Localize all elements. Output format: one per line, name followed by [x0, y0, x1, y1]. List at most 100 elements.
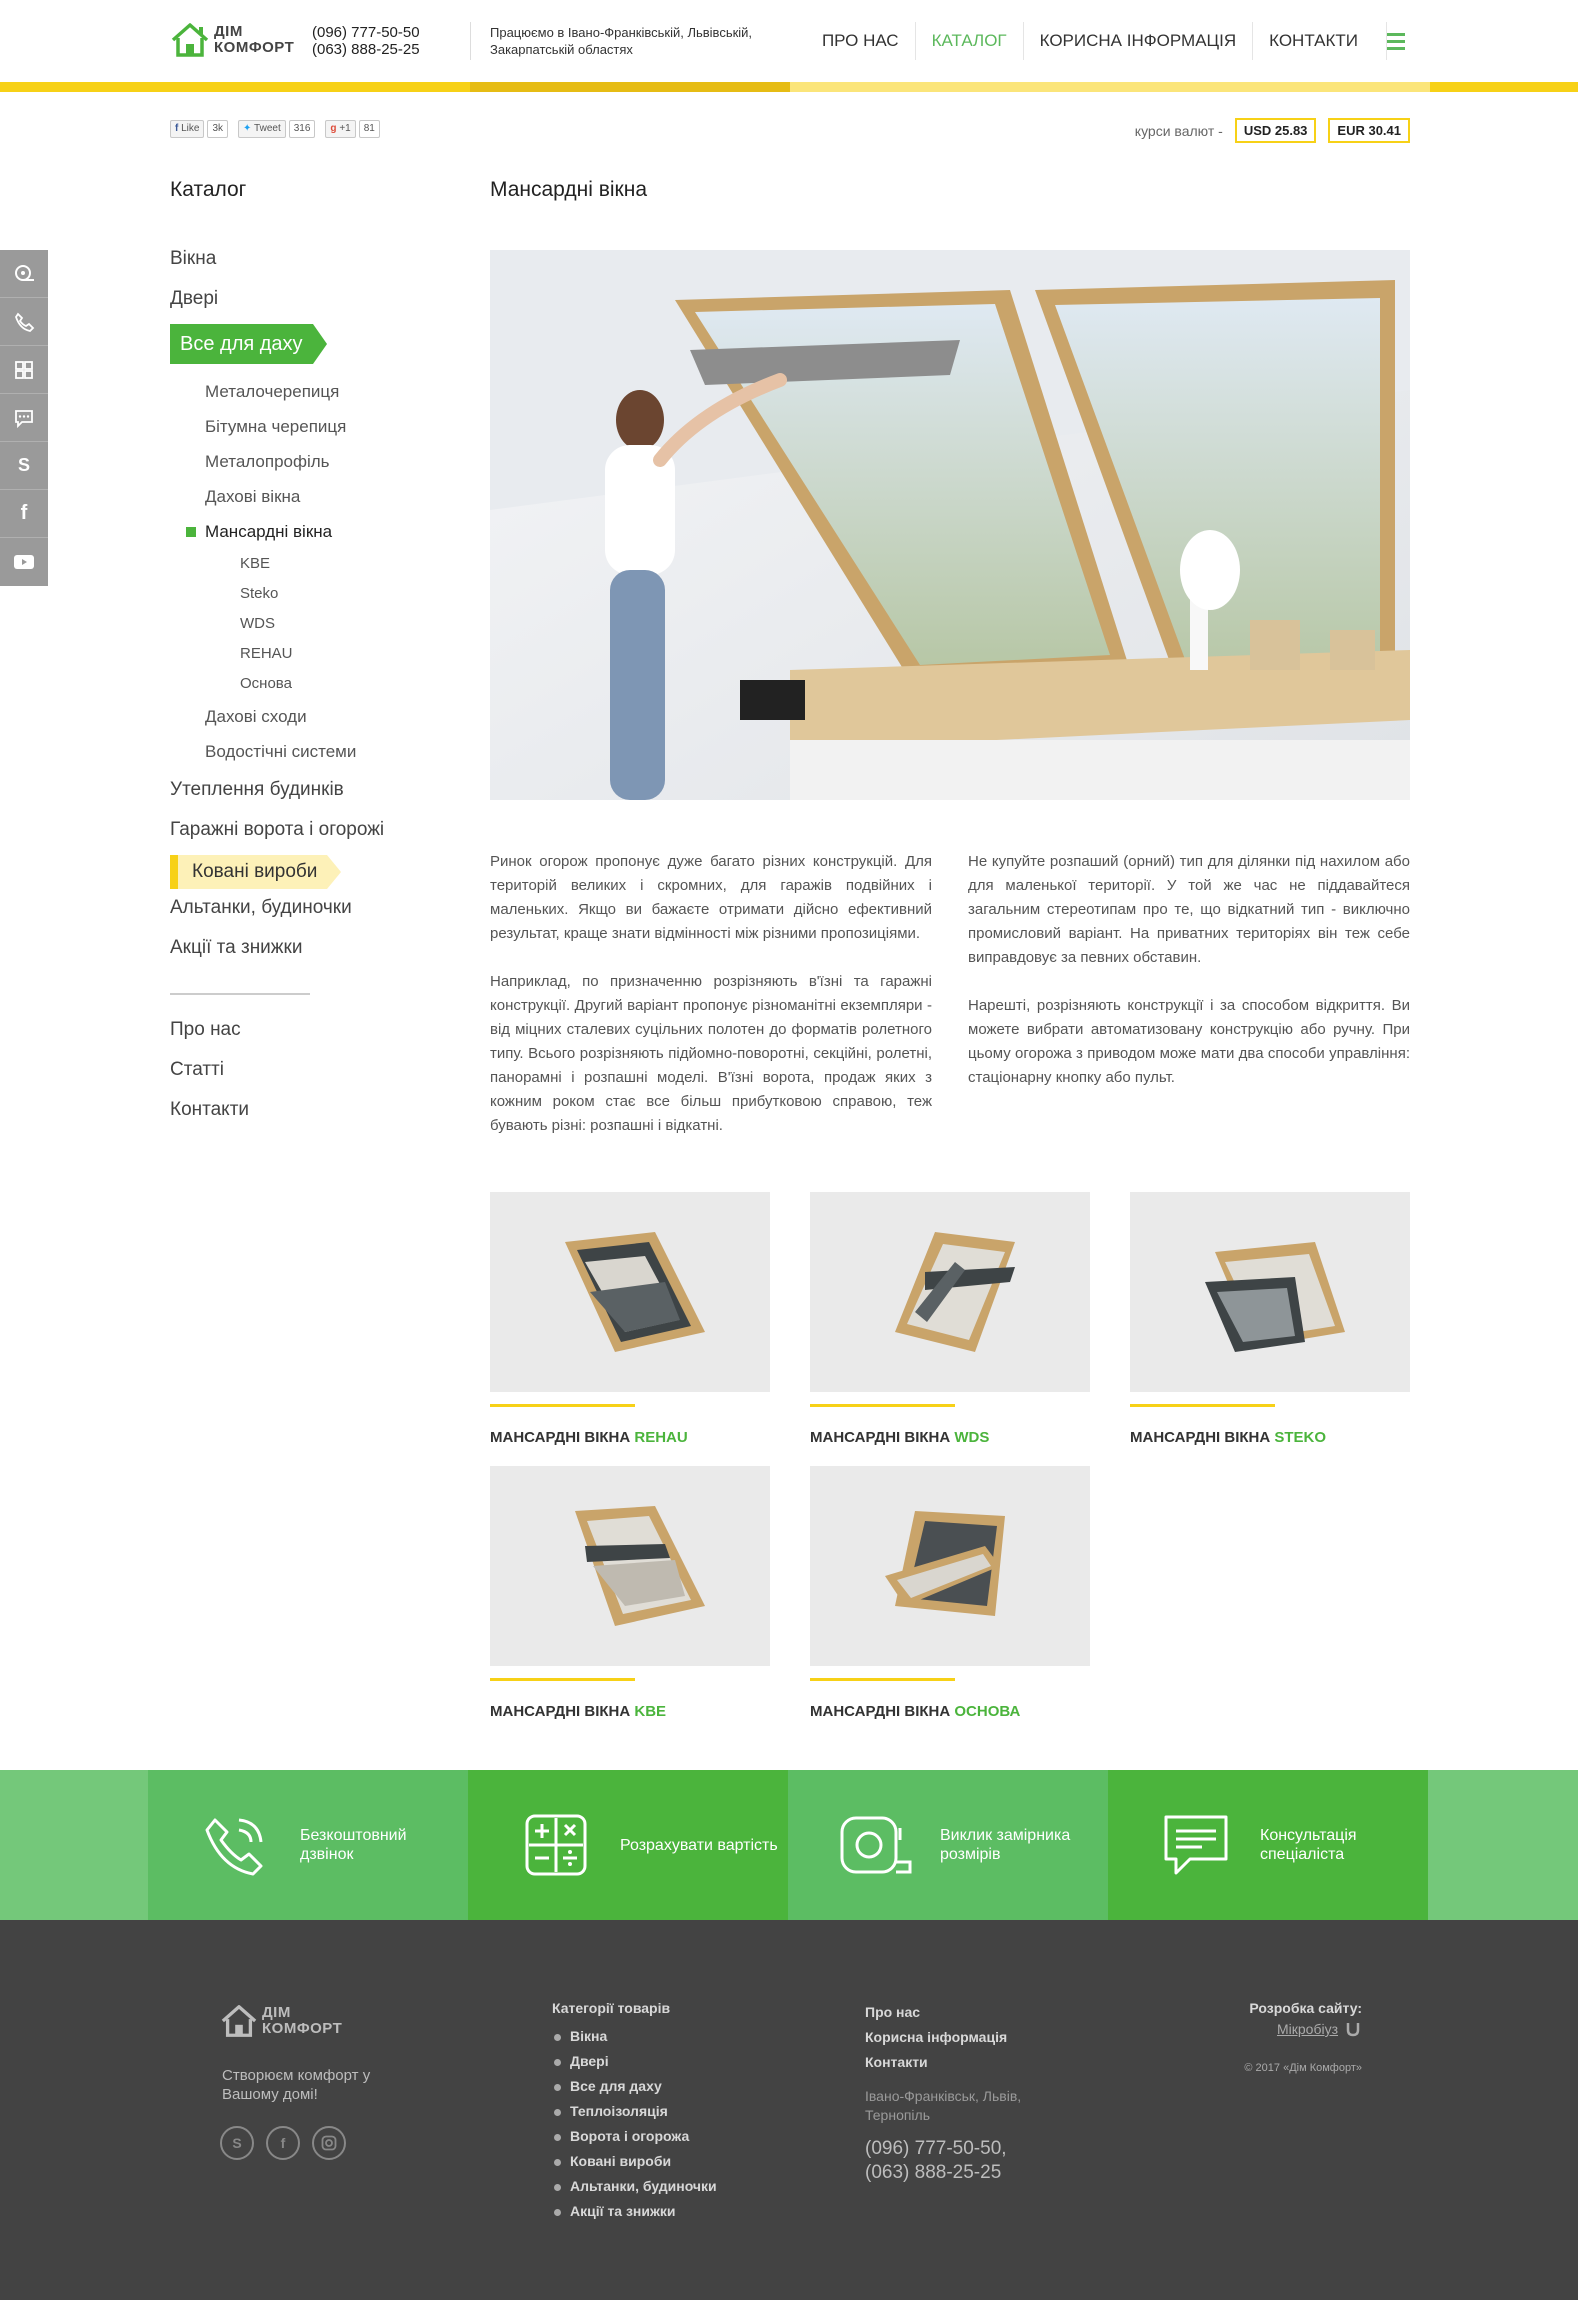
secondary-item-contacts[interactable]: Контакти [170, 1095, 430, 1135]
footer-logo[interactable]: ДІМ КОМФОРТ [220, 2002, 342, 2040]
footer-categories-heading: Категорії товарів [552, 2000, 671, 2016]
nav-about[interactable]: ПРО НАС [806, 22, 915, 60]
catalog-item-garage-gates[interactable]: Гаражні ворота і огорожі [170, 815, 430, 855]
article-text: Ринок огорож пропонує дуже багато різних… [490, 850, 1410, 1162]
product-label[interactable]: МАНСАРДНІ ВІКНА WDS [810, 1429, 1090, 1446]
product-label[interactable]: МАНСАРДНІ ВІКНА ОСНОВА [810, 1703, 1090, 1720]
subsub-item-kbe[interactable]: KBE [240, 549, 430, 579]
service-calculate[interactable]: Розрахувати вартість [468, 1770, 788, 1920]
footer-cat-item[interactable]: Двері [552, 2049, 717, 2074]
google-plus-icon: g [330, 123, 337, 134]
footer-phone-2[interactable]: (063) 888-25-25 [865, 2161, 1065, 2185]
footer-cat-item[interactable]: Вікна [552, 2024, 717, 2049]
developer-heading: Розробка сайту: [1249, 2000, 1362, 2016]
product-image[interactable] [810, 1192, 1090, 1392]
product-card-osnova[interactable]: МАНСАРДНІ ВІКНА ОСНОВА [810, 1466, 1090, 1740]
tweet-button[interactable]: ✦ Tweet 316 [238, 120, 316, 138]
google-plus-button[interactable]: g +1 81 [325, 120, 380, 138]
subsub-item-steko[interactable]: Steko [240, 579, 430, 609]
nav-contacts[interactable]: КОНТАКТИ [1252, 22, 1374, 60]
sub-item-gutter-systems[interactable]: Водостічні системи [205, 734, 430, 769]
service-consultation[interactable]: Консультація спеціаліста [1108, 1770, 1428, 1920]
eur-rate: EUR 30.41 [1328, 118, 1410, 143]
service-label: Безкоштовний дзвінок [300, 1827, 407, 1863]
subsub-item-wds[interactable]: WDS [240, 609, 430, 639]
chat-icon[interactable] [0, 394, 48, 442]
footer-cat-item[interactable]: Все для даху [552, 2074, 717, 2099]
footer-social: S f [220, 2126, 346, 2160]
sub-item-roof-stairs[interactable]: Дахові сходи [205, 699, 430, 734]
footer-link-contacts[interactable]: Контакти [865, 2050, 1065, 2075]
product-label[interactable]: МАНСАРДНІ ВІКНА KBE [490, 1703, 770, 1720]
product-image[interactable] [1130, 1192, 1410, 1392]
product-card-kbe[interactable]: МАНСАРДНІ ВІКНА KBE [490, 1466, 770, 1740]
developer-link[interactable]: Мікробіуз [1244, 2020, 1362, 2038]
tape-measure-icon[interactable] [0, 250, 48, 298]
product-underline [810, 1404, 955, 1407]
service-measurer[interactable]: Виклик замірника розмірів [788, 1770, 1108, 1920]
secondary-item-articles[interactable]: Статті [170, 1055, 430, 1095]
facebook-like-button[interactable]: f Like 3k [170, 120, 229, 138]
footer-link-about[interactable]: Про нас [865, 2000, 1065, 2025]
article-column-2: Не купуйте розпаший (орний) тип для діля… [968, 850, 1410, 1162]
product-card-rehau[interactable]: МАНСАРДНІ ВІКНА REHAU [490, 1192, 770, 1466]
sub-item-metal-profile[interactable]: Металопрофіль [205, 444, 430, 479]
secondary-item-about[interactable]: Про нас [170, 1015, 430, 1055]
subsub-item-osnova[interactable]: Основа [240, 669, 430, 699]
footer-cat-item[interactable]: Акції та знижки [552, 2199, 717, 2224]
article-paragraph: Нарешті, розрізняють конструкції і за сп… [968, 997, 1410, 1086]
nav-catalog[interactable]: КАТАЛОГ [914, 22, 1023, 60]
catalog-item-promotions[interactable]: Акції та знижки [170, 933, 430, 973]
regions-text: Працюємо в Івано-Франківській, Львівські… [490, 25, 753, 57]
youtube-icon[interactable] [0, 538, 48, 586]
service-free-call[interactable]: Безкоштовний дзвінок [148, 1770, 468, 1920]
calculator-icon[interactable] [0, 346, 48, 394]
product-underline [1130, 1404, 1275, 1407]
phone-icon[interactable] [0, 298, 48, 346]
logo[interactable]: ДІМ КОМФОРТ [170, 20, 294, 60]
catalog-item-forged-hover[interactable]: Ковані вироби [170, 855, 342, 889]
catalog-item-insulation[interactable]: Утеплення будинків [170, 775, 430, 815]
product-card-steko[interactable]: МАНСАРДНІ ВІКНА STEKO [1130, 1192, 1410, 1466]
footer-links: Про нас Корисна інформація Контакти Іван… [865, 2000, 1065, 2185]
facebook-icon[interactable]: f [0, 490, 48, 538]
footer-cat-item[interactable]: Теплоізоляція [552, 2099, 717, 2124]
sub-item-roof-windows[interactable]: Дахові вікна [205, 479, 430, 514]
nav-useful-info[interactable]: КОРИСНА ІНФОРМАЦІЯ [1022, 22, 1252, 60]
sub-item-attic-windows-active[interactable]: Мансардні вікна [186, 514, 430, 549]
site-header: ДІМ КОМФОРТ (096) 777-50-50 (063) 888-25… [0, 0, 1578, 82]
page-title: Мансардні вікна [490, 178, 648, 201]
twitter-icon: ✦ [243, 123, 252, 134]
instagram-icon[interactable] [312, 2126, 346, 2160]
footer-link-useful-info[interactable]: Корисна інформація [865, 2025, 1065, 2050]
share-buttons: f Like 3k ✦ Tweet 316 g +1 81 [170, 120, 380, 138]
sub-item-bitumen-tile[interactable]: Бітумна черепиця [205, 409, 430, 444]
footer-cat-item[interactable]: Ворота і огорожа [552, 2124, 717, 2149]
product-card-wds[interactable]: МАНСАРДНІ ВІКНА WDS [810, 1192, 1090, 1466]
service-label: Консультація спеціаліста [1260, 1827, 1357, 1863]
hero-image [490, 250, 1410, 800]
catalog-item-windows[interactable]: Вікна [170, 244, 430, 284]
catalog-title: Каталог [170, 178, 247, 201]
sub-item-metal-tile[interactable]: Металочерепиця [205, 374, 430, 409]
catalog-item-roof-active[interactable]: Все для даху [170, 324, 327, 364]
menu-icon[interactable] [1386, 22, 1408, 60]
catalog-item-gazebos[interactable]: Альтанки, будиночки [170, 893, 430, 933]
footer-cat-item[interactable]: Ковані вироби [552, 2149, 717, 2174]
facebook-icon[interactable]: f [266, 2126, 300, 2160]
rates-label: курси валют - [1134, 122, 1223, 139]
service-label: Виклик замірника розмірів [940, 1827, 1071, 1863]
footer-phone-1[interactable]: (096) 777-50-50, [865, 2137, 1065, 2161]
footer-cat-item[interactable]: Альтанки, будиночки [552, 2174, 717, 2199]
product-label[interactable]: МАНСАРДНІ ВІКНА STEKO [1130, 1429, 1410, 1446]
phone-2[interactable]: (063) 888-25-25 [312, 41, 420, 58]
product-image[interactable] [490, 1192, 770, 1392]
skype-icon[interactable]: S [0, 442, 48, 490]
product-image[interactable] [810, 1466, 1090, 1666]
product-image[interactable] [490, 1466, 770, 1666]
skype-icon[interactable]: S [220, 2126, 254, 2160]
subsub-item-rehau[interactable]: REHAU [240, 639, 430, 669]
product-label[interactable]: МАНСАРДНІ ВІКНА REHAU [490, 1429, 770, 1446]
phone-1[interactable]: (096) 777-50-50 [312, 24, 420, 41]
catalog-item-doors[interactable]: Двері [170, 284, 430, 324]
